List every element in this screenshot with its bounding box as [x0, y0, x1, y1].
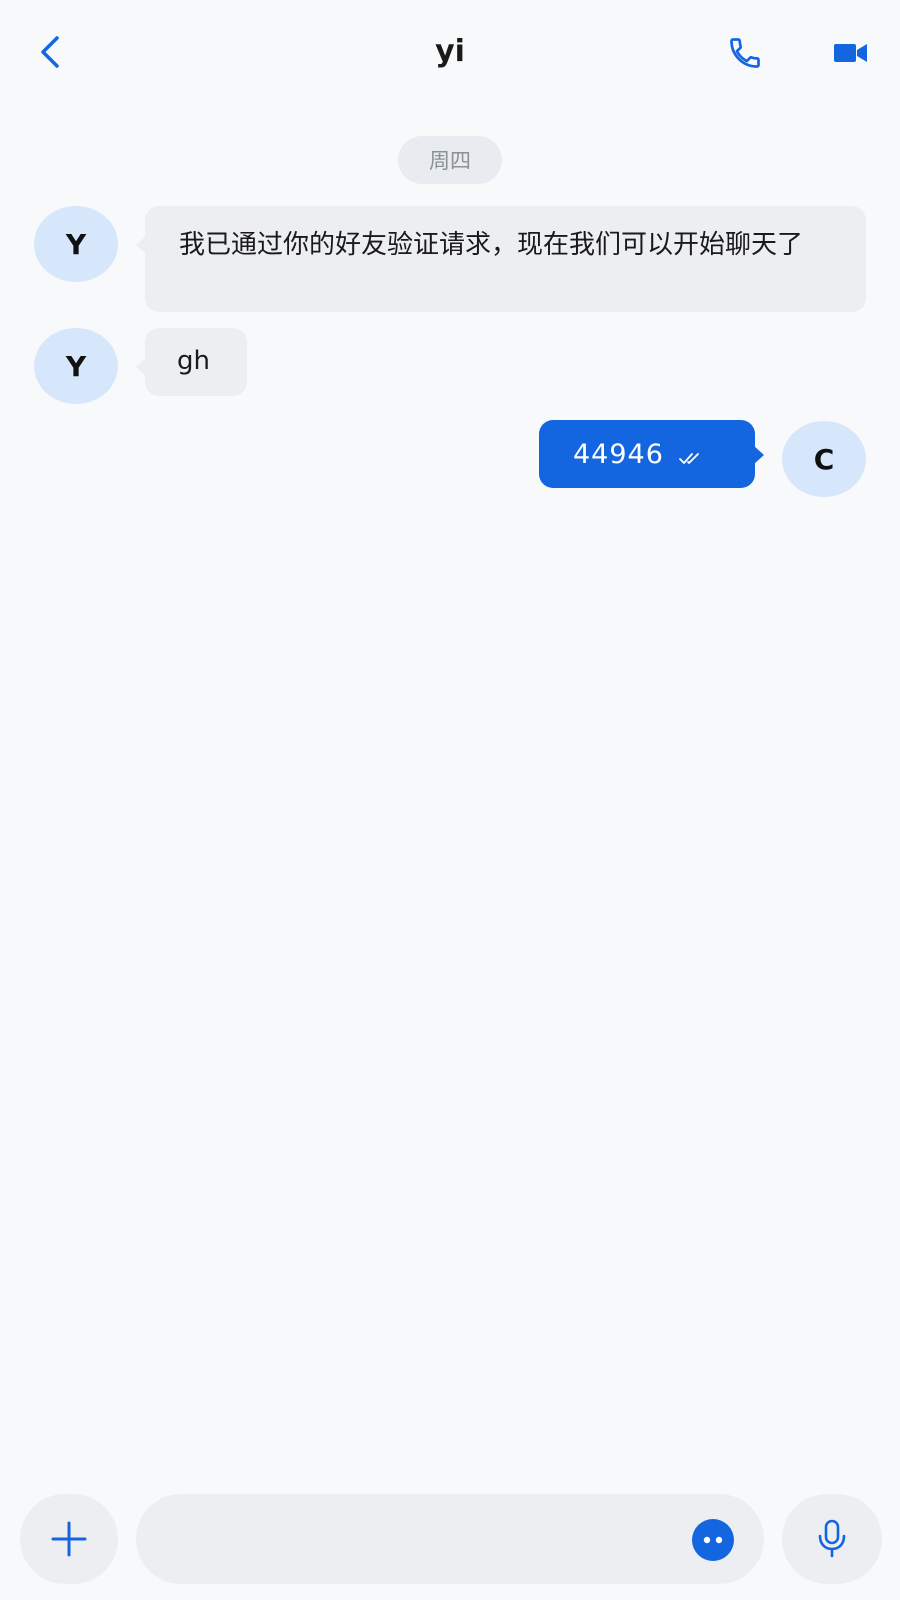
double-check-icon: [679, 453, 699, 464]
voice-message-button[interactable]: [782, 1494, 882, 1584]
voice-call-button[interactable]: [722, 30, 768, 76]
message-input[interactable]: [136, 1494, 764, 1584]
avatar-contact[interactable]: Y: [34, 206, 118, 282]
avatar-self[interactable]: C: [782, 421, 866, 497]
chat-screen: yi 周四 Y 我已通过你的好友验证请求，现在我们可以开始聊天了 Y gh 44…: [0, 0, 900, 1600]
message-text: gh: [177, 346, 210, 376]
chat-title: yi: [435, 34, 465, 69]
attach-button[interactable]: [20, 1494, 118, 1584]
message-bubble-outgoing[interactable]: 44946: [539, 420, 764, 488]
message-text: 我已通过你的好友验证请求，现在我们可以开始聊天了: [179, 230, 804, 260]
message-bubble-incoming[interactable]: gh: [136, 328, 247, 396]
video-camera-icon: [834, 44, 867, 62]
plus-icon: [51, 1521, 87, 1557]
message-bubble-incoming[interactable]: 我已通过你的好友验证请求，现在我们可以开始聊天了: [136, 206, 866, 312]
microphone-icon: [818, 1519, 846, 1558]
emoji-icon: [703, 1536, 723, 1544]
chevron-left-icon: [41, 36, 59, 68]
back-button[interactable]: [30, 28, 70, 76]
avatar-contact[interactable]: Y: [34, 328, 118, 404]
phone-icon: [730, 38, 760, 68]
date-separator: 周四: [398, 136, 502, 184]
video-call-button[interactable]: [828, 30, 874, 76]
emoji-button[interactable]: [692, 1519, 734, 1561]
chat-header: yi: [0, 0, 900, 104]
message-text: 44946: [573, 438, 664, 470]
